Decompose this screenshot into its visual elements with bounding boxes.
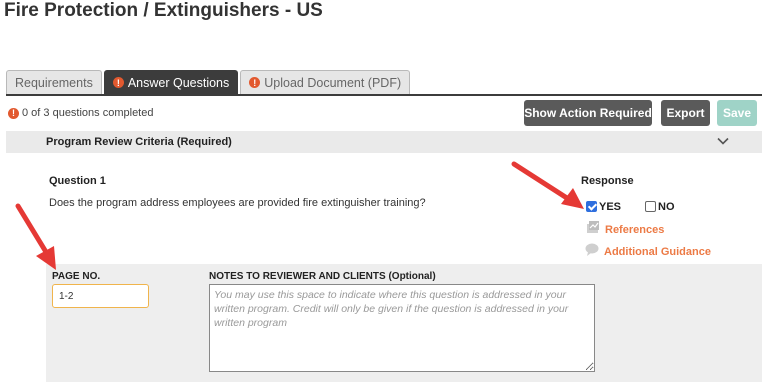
chevron-down-icon[interactable]: [716, 134, 730, 148]
progress-text: 0 of 3 questions completed: [22, 107, 154, 119]
annotation-arrow-icon: [511, 161, 584, 209]
question-label: Question 1: [49, 175, 106, 187]
no-label[interactable]: NO: [658, 201, 675, 213]
question-text: Does the program address employees are p…: [49, 197, 426, 209]
warning-icon: !: [112, 77, 124, 88]
additional-guidance-link[interactable]: Additional Guidance: [604, 246, 711, 258]
page-no-input[interactable]: [52, 284, 149, 308]
warning-icon: !: [249, 77, 261, 88]
show-action-required-button[interactable]: Show Action Required: [524, 100, 652, 126]
annotation-arrow-icon: [15, 203, 56, 270]
notes-panel: PAGE NO. NOTES TO REVIEWER AND CLIENTS (…: [46, 264, 762, 382]
tab-requirements[interactable]: Requirements: [6, 70, 102, 94]
response-label: Response: [581, 175, 634, 187]
page-title: Fire Protection / Extinguishers - US: [4, 0, 323, 21]
tab-upload-document-label: Upload Document (PDF): [264, 75, 402, 90]
tab-bar: Requirements ! Answer Questions ! Upload…: [6, 70, 411, 94]
section-title: Program Review Criteria (Required): [46, 136, 232, 148]
notes-label: NOTES TO REVIEWER AND CLIENTS (Optional): [209, 271, 436, 282]
no-checkbox[interactable]: [645, 201, 656, 212]
section-header[interactable]: Program Review Criteria (Required): [6, 131, 762, 153]
tab-underline: [6, 94, 762, 96]
tab-upload-document[interactable]: ! Upload Document (PDF): [240, 70, 411, 94]
progress-status: ! 0 of 3 questions completed: [8, 107, 153, 119]
save-button[interactable]: Save: [717, 100, 757, 126]
tab-answer-questions[interactable]: ! Answer Questions: [103, 70, 239, 94]
tab-answer-questions-label: Answer Questions: [127, 75, 230, 90]
page-no-label: PAGE NO.: [52, 271, 101, 282]
references-link[interactable]: References: [605, 224, 664, 236]
warning-icon: !: [8, 107, 19, 119]
export-button[interactable]: Export: [661, 100, 710, 126]
yes-checkbox[interactable]: [586, 201, 597, 212]
speech-bubble-icon: [585, 243, 599, 256]
references-icon: [587, 221, 599, 233]
tab-requirements-label: Requirements: [15, 75, 93, 90]
yes-label[interactable]: YES: [599, 201, 621, 213]
notes-textarea[interactable]: [209, 284, 595, 372]
